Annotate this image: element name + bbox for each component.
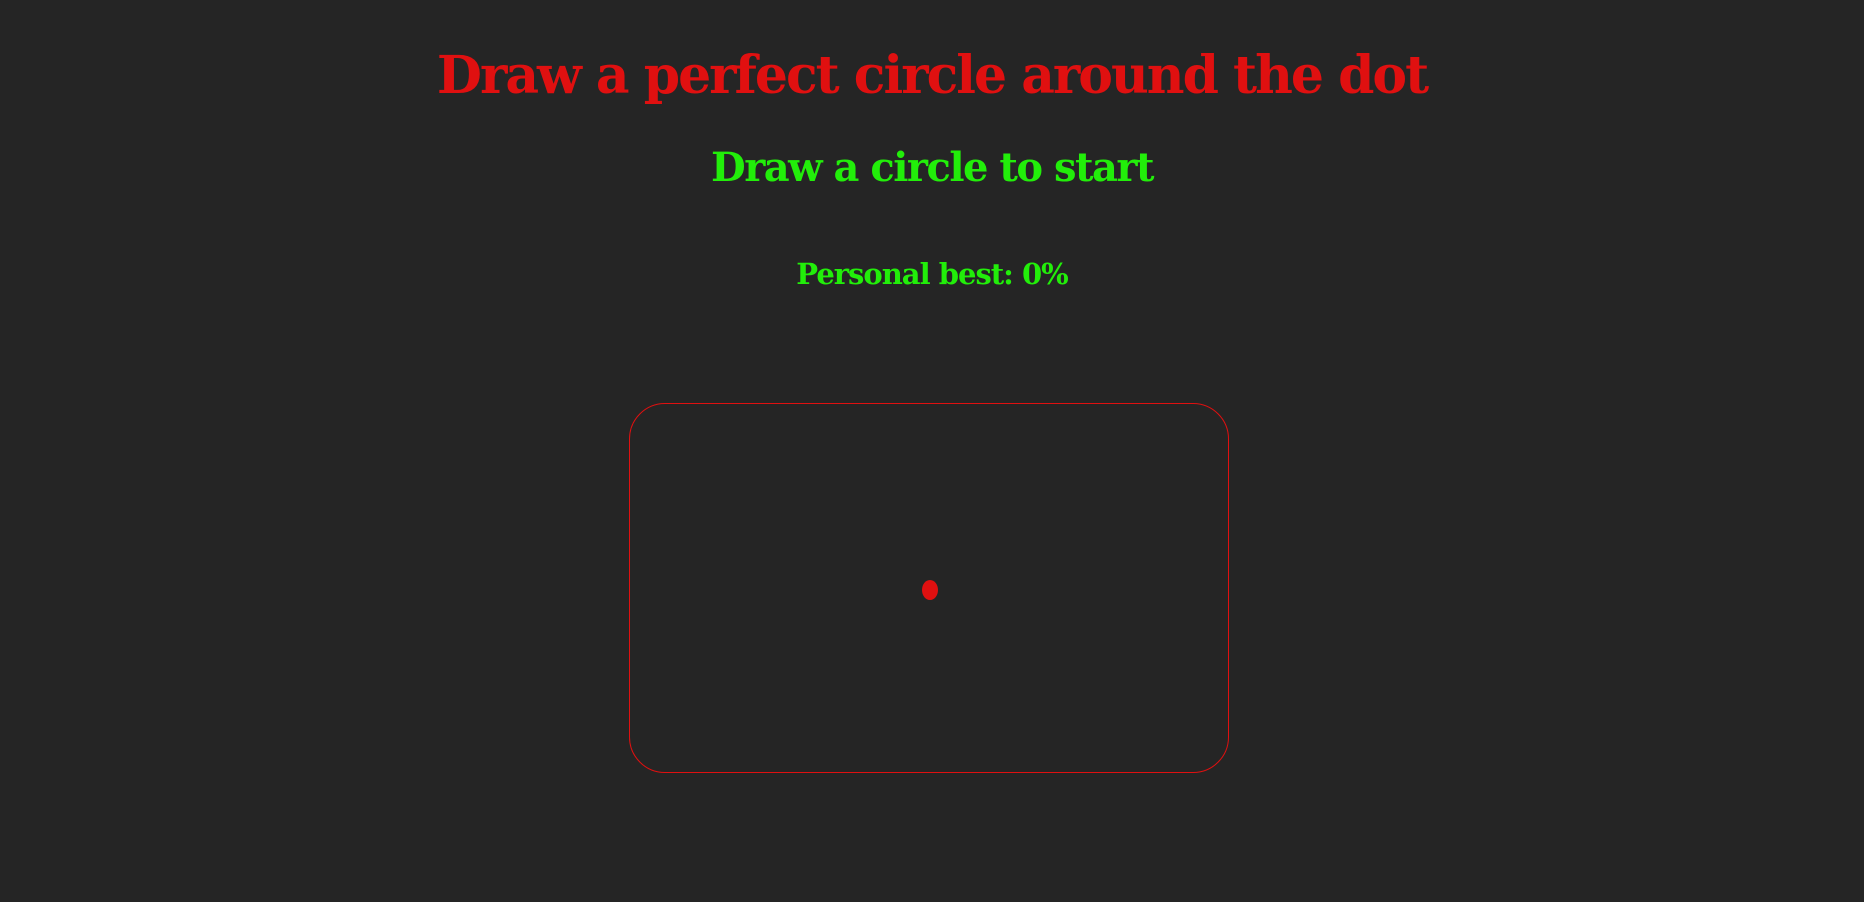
status-message: Draw a circle to start: [711, 144, 1154, 191]
page-title: Draw a perfect circle around the dot: [436, 45, 1429, 106]
game-screen: Draw a perfect circle around the dot Dra…: [0, 0, 1864, 902]
personal-best: Personal best: 0%: [796, 257, 1068, 291]
center-dot-icon: [922, 580, 938, 600]
